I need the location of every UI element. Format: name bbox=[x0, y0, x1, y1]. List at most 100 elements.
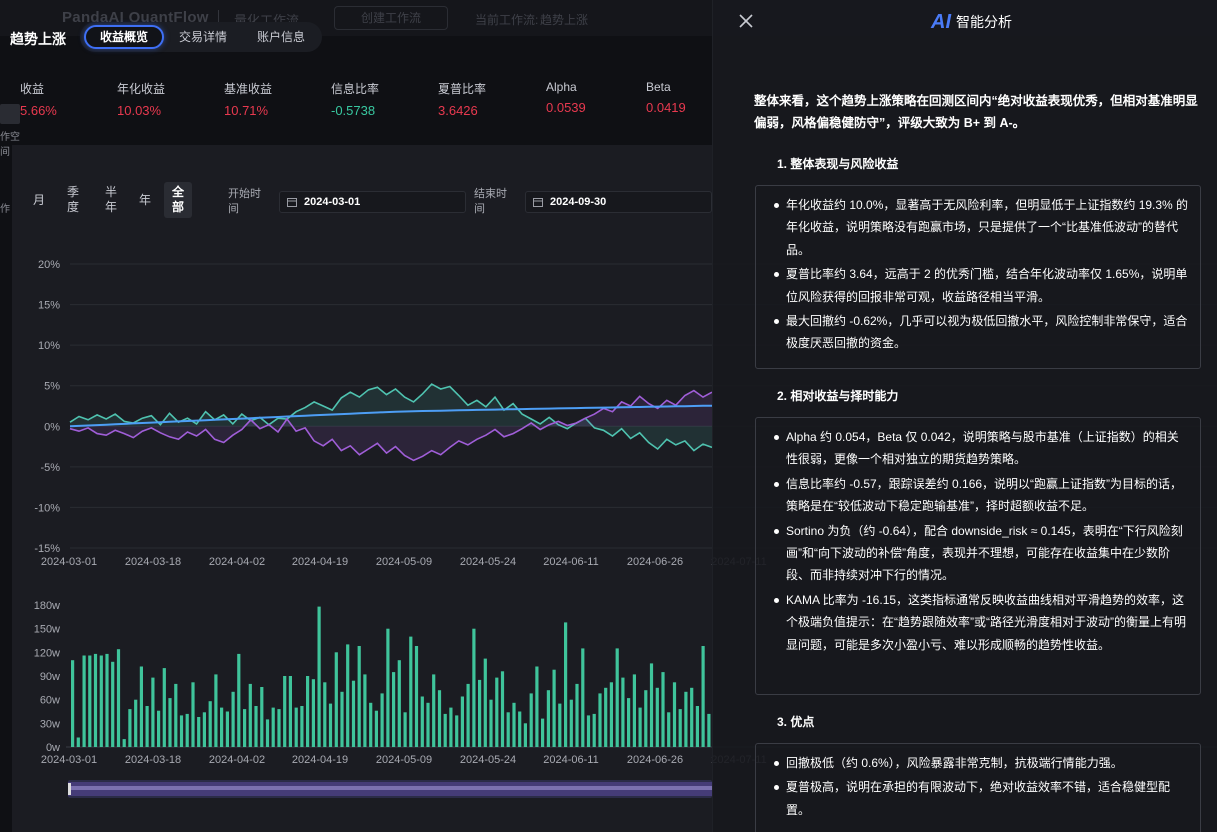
bar bbox=[586, 715, 591, 747]
y-tick-label: 10% bbox=[38, 340, 60, 352]
bar bbox=[374, 710, 378, 747]
bar-y-tick-label: 30w bbox=[40, 718, 60, 730]
bar bbox=[220, 707, 224, 747]
bar bbox=[82, 655, 86, 747]
bar bbox=[432, 674, 436, 747]
bar bbox=[386, 628, 390, 747]
x-tick-label: 2024-03-18 bbox=[125, 556, 181, 568]
bar bbox=[151, 677, 155, 747]
bar bbox=[134, 699, 138, 747]
x-tick-label: 2024-05-09 bbox=[376, 556, 432, 568]
bar bbox=[185, 713, 189, 747]
bar bbox=[162, 668, 166, 747]
ai-bullet-list: 回撤极低（约 0.6%），风险暴露非常克制，抗极端行情能力强。 夏普极高，说明在承… bbox=[756, 744, 1200, 821]
bar bbox=[243, 709, 247, 747]
app-root: PandaAI QuantFlow 量化工作流 创建工作流 当前工作流: 趋势上… bbox=[0, 0, 1217, 832]
bar bbox=[437, 690, 442, 747]
bar bbox=[214, 674, 218, 747]
bar bbox=[111, 661, 115, 747]
bar-y-tick-label: 90w bbox=[40, 671, 60, 683]
ai-section-box: 回撤极低（约 0.6%），风险暴露非常克制，抗极端行情能力强。 夏普极高，说明在承… bbox=[755, 743, 1201, 832]
x-tick-label: 2024-04-02 bbox=[209, 556, 265, 568]
bar bbox=[649, 663, 654, 747]
bar-x-tick-label: 2024-03-18 bbox=[125, 754, 181, 766]
x-tick-label: 2024-04-19 bbox=[292, 556, 348, 568]
bar bbox=[609, 682, 613, 747]
bar bbox=[311, 679, 315, 747]
bar bbox=[684, 691, 688, 747]
bar bbox=[426, 702, 430, 747]
bar-y-tick-label: 120w bbox=[34, 647, 60, 659]
bar bbox=[529, 693, 533, 747]
bar bbox=[128, 709, 132, 747]
bar bbox=[466, 683, 470, 747]
bar-x-tick-label: 2024-05-24 bbox=[460, 754, 516, 766]
bar bbox=[455, 715, 459, 747]
bar-x-tick-label: 2024-04-02 bbox=[209, 754, 265, 766]
y-tick-label: 5% bbox=[44, 381, 60, 393]
bar-x-tick-label: 2024-06-26 bbox=[627, 754, 683, 766]
y-tick-label: -15% bbox=[34, 543, 60, 555]
bar bbox=[564, 622, 568, 747]
bar bbox=[678, 709, 682, 747]
bar bbox=[409, 636, 413, 747]
bar bbox=[105, 653, 109, 747]
bar bbox=[644, 690, 648, 747]
bar bbox=[518, 711, 522, 747]
ai-bullet-item: Alpha 约 0.054，Beta 仅 0.042，说明策略与股市基准（上证指… bbox=[774, 426, 1190, 471]
ai-bullet-item: 信息比率约 -0.57，跟踪误差约 0.166，说明以“跑赢上证指数”为目标的话… bbox=[774, 473, 1190, 518]
ai-bullet-item: 年化收益约 10.0%，显著高于无风险利率，但明显低于上证指数约 19.3% 的… bbox=[774, 194, 1190, 261]
bar bbox=[157, 710, 161, 747]
bar bbox=[202, 712, 206, 747]
bar bbox=[420, 696, 424, 747]
bar bbox=[88, 655, 92, 747]
bar bbox=[71, 660, 75, 747]
bar bbox=[478, 679, 482, 747]
bar bbox=[340, 691, 344, 747]
bar bbox=[254, 706, 258, 747]
bar bbox=[288, 676, 292, 747]
ai-bullet-list: Alpha 约 0.054，Beta 仅 0.042，说明策略与股市基准（上证指… bbox=[756, 418, 1200, 656]
zoom-slider-handle bbox=[68, 783, 71, 795]
bar-y-tick-label: 180w bbox=[34, 600, 60, 612]
bar bbox=[535, 666, 539, 747]
bar bbox=[690, 687, 694, 747]
bar bbox=[541, 718, 545, 747]
bar bbox=[661, 672, 665, 747]
ai-section-heading: 2. 相对收益与择时能力 bbox=[777, 389, 899, 403]
bar bbox=[397, 660, 401, 747]
bar bbox=[357, 646, 361, 747]
bar bbox=[443, 713, 447, 747]
ai-section-heading: 3. 优点 bbox=[777, 715, 815, 729]
x-tick-label: 2024-06-26 bbox=[627, 556, 683, 568]
ai-panel-body[interactable]: 整体来看，这个趋势上涨策略在回测区间内“绝对收益表现优秀，但相对基准明显偏弱，风… bbox=[713, 0, 1217, 832]
bar bbox=[260, 687, 264, 747]
bar bbox=[231, 691, 235, 747]
bar bbox=[351, 680, 356, 747]
bar bbox=[621, 677, 625, 747]
bar-y-tick-label: 0w bbox=[46, 742, 60, 754]
bar bbox=[76, 737, 80, 747]
ai-section-heading: 1. 整体表现与风险收益 bbox=[777, 157, 899, 171]
bar bbox=[145, 706, 149, 747]
ai-section-box: Alpha 约 0.054，Beta 仅 0.042，说明策略与股市基准（上证指… bbox=[755, 417, 1201, 695]
bar bbox=[695, 706, 699, 747]
bar bbox=[615, 648, 619, 747]
bar-y-tick-label: 150w bbox=[34, 624, 60, 636]
bar-x-tick-label: 2024-04-19 bbox=[292, 754, 348, 766]
y-tick-label: -10% bbox=[34, 502, 60, 514]
ai-bullet-list: 年化收益约 10.0%，显著高于无风险利率，但明显低于上证指数约 19.3% 的… bbox=[756, 186, 1200, 355]
bar bbox=[483, 658, 487, 747]
bar bbox=[116, 649, 121, 747]
bar bbox=[707, 713, 711, 747]
bar bbox=[598, 693, 602, 747]
y-tick-label: -5% bbox=[40, 462, 60, 474]
bar-x-tick-label: 2024-06-11 bbox=[543, 754, 598, 766]
bar bbox=[592, 713, 596, 747]
bar bbox=[248, 683, 252, 747]
bar bbox=[472, 628, 476, 747]
bar bbox=[414, 646, 419, 747]
bar bbox=[506, 712, 510, 747]
bar bbox=[575, 683, 579, 747]
bar bbox=[328, 703, 333, 747]
